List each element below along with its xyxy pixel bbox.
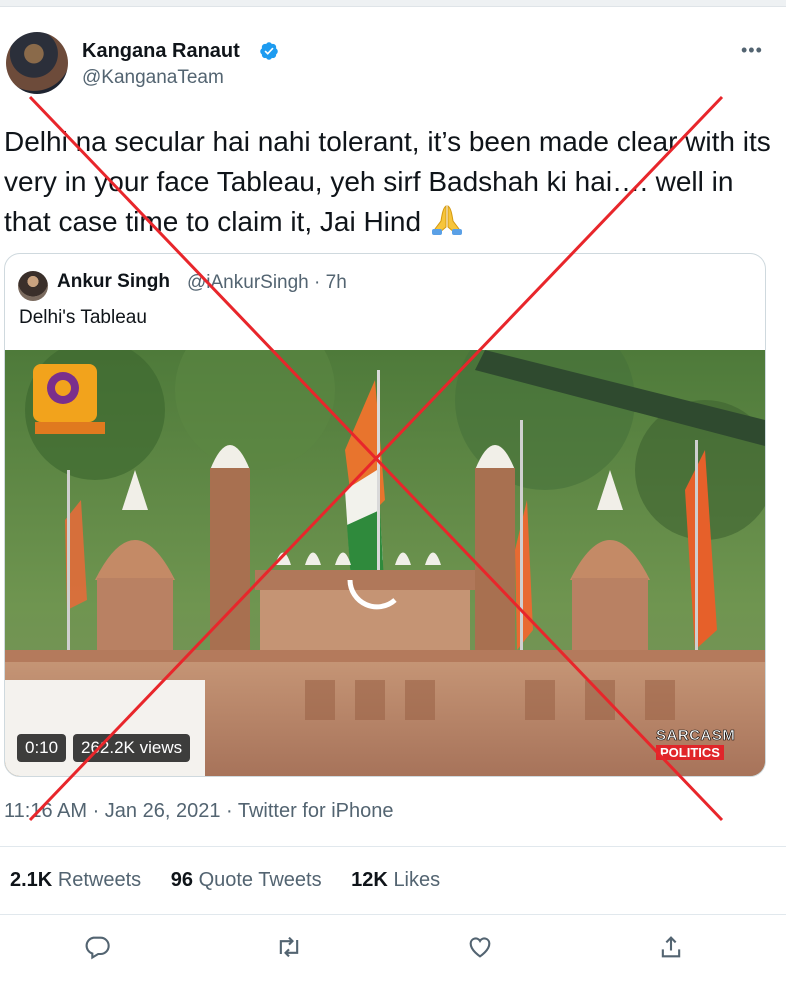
retweets-label: Retweets <box>57 869 142 891</box>
top-border <box>0 0 786 7</box>
reply-icon[interactable] <box>83 933 111 961</box>
folded-hands-icon <box>432 205 463 235</box>
video-views: 262.2K views <box>73 734 191 762</box>
quoted-author-avatar[interactable] <box>18 271 48 301</box>
watermark-top: SARCASM <box>656 727 736 745</box>
divider <box>0 846 786 847</box>
author-avatar[interactable] <box>6 32 68 94</box>
quoted-author-meta[interactable]: @iAnkurSingh · 7h <box>187 272 347 294</box>
watermark: SARCASM POLITICS <box>656 727 752 762</box>
tweet-body: Delhi na secular hai nahi tolerant, it’s… <box>4 126 771 237</box>
engagement-stats: 2.1K Retweets 96 Quote Tweets 12K Likes <box>10 869 464 892</box>
heart-icon[interactable] <box>466 933 494 961</box>
share-icon[interactable] <box>657 933 685 961</box>
quote-tweets-label: Quote Tweets <box>198 869 322 891</box>
author-handle[interactable]: @KanganaTeam <box>82 67 224 89</box>
quoted-author-name[interactable]: Ankur Singh <box>57 271 170 293</box>
author-name[interactable]: Kangana Ranaut <box>82 40 240 63</box>
quote-tweets-count: 96 <box>170 869 193 891</box>
video-duration: 0:10 <box>17 734 67 762</box>
tweet-timestamp[interactable]: 11:16 AM · Jan 26, 2021 · Twitter for iP… <box>4 800 393 823</box>
tweet-text: Delhi na secular hai nahi tolerant, it’s… <box>4 122 774 242</box>
watermark-bottom: POLITICS <box>656 745 724 760</box>
retweets-count: 2.1K <box>10 869 53 891</box>
likes-count: 12K <box>351 869 388 891</box>
channel-logo <box>33 364 105 434</box>
more-icon[interactable]: ••• <box>741 40 763 61</box>
quoted-tweet[interactable]: Ankur Singh @iAnkurSingh · 7h Delhi's Ta… <box>4 253 766 777</box>
video-player[interactable] <box>5 350 765 776</box>
quote-tweets-stat[interactable]: 96 Quote Tweets <box>171 869 322 891</box>
retweets-stat[interactable]: 2.1K Retweets <box>10 869 141 891</box>
retweet-icon[interactable] <box>275 933 303 961</box>
quoted-tweet-text: Delhi's Tableau <box>19 307 147 328</box>
likes-stat[interactable]: 12K Likes <box>351 869 440 891</box>
divider <box>0 914 786 915</box>
likes-label: Likes <box>393 869 441 891</box>
verified-badge-icon <box>260 42 278 60</box>
